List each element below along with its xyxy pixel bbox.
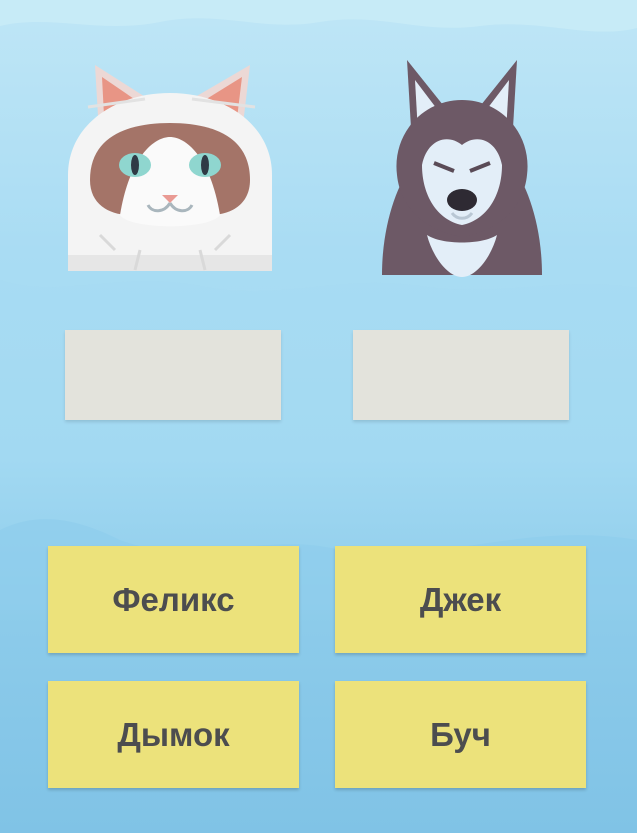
name-option-button[interactable]: Феликс xyxy=(48,546,299,653)
dog-name-drop-slot[interactable] xyxy=(353,330,569,420)
name-option-button[interactable]: Буч xyxy=(335,681,586,788)
cat-name-drop-slot[interactable] xyxy=(65,330,281,420)
top-wave-decoration xyxy=(0,0,637,32)
husky-dog-icon xyxy=(352,55,572,285)
name-option-button[interactable]: Джек xyxy=(335,546,586,653)
cat-face-icon xyxy=(60,55,280,285)
name-option-button[interactable]: Дымок xyxy=(48,681,299,788)
